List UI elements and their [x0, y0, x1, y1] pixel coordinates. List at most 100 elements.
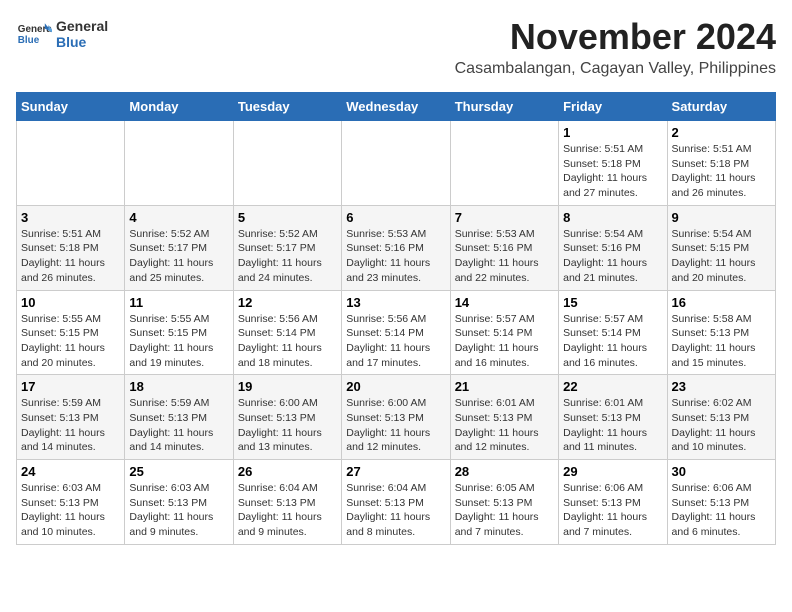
day-info: Sunrise: 5:54 AM Sunset: 5:15 PM Dayligh…: [672, 227, 771, 286]
calendar-cell: 5 Sunrise: 5:52 AM Sunset: 5:17 PM Daylig…: [233, 205, 341, 290]
day-number: 6: [346, 210, 445, 225]
calendar-cell: 30Sunrise: 6:06 AM Sunset: 5:13 PM Dayli…: [667, 460, 775, 545]
calendar-cell: 16 Sunrise: 5:58 AM Sunset: 5:13 PM Dayli…: [667, 290, 775, 375]
day-number: 13: [346, 295, 445, 310]
day-info: Sunrise: 6:04 AM Sunset: 5:13 PM Dayligh…: [346, 481, 445, 540]
calendar-cell: 15 Sunrise: 5:57 AM Sunset: 5:14 PM Dayli…: [559, 290, 667, 375]
day-info: Sunrise: 6:00 AM Sunset: 5:13 PM Dayligh…: [346, 396, 445, 455]
calendar-week-3: 10 Sunrise: 5:55 AM Sunset: 5:15 PM Dayli…: [17, 290, 776, 375]
calendar-cell: 20 Sunrise: 6:00 AM Sunset: 5:13 PM Dayli…: [342, 375, 450, 460]
general-blue-icon: General Blue: [16, 16, 52, 52]
day-info: Sunrise: 6:01 AM Sunset: 5:13 PM Dayligh…: [455, 396, 554, 455]
day-info: Sunrise: 5:59 AM Sunset: 5:13 PM Dayligh…: [21, 396, 120, 455]
day-number: 15: [563, 295, 662, 310]
calendar-cell: 8 Sunrise: 5:54 AM Sunset: 5:16 PM Daylig…: [559, 205, 667, 290]
calendar-cell: 27 Sunrise: 6:04 AM Sunset: 5:13 PM Dayli…: [342, 460, 450, 545]
calendar-table: SundayMondayTuesdayWednesdayThursdayFrid…: [16, 92, 776, 545]
day-info: Sunrise: 5:54 AM Sunset: 5:16 PM Dayligh…: [563, 227, 662, 286]
day-number: 8: [563, 210, 662, 225]
calendar-cell: 26Sunrise: 6:04 AM Sunset: 5:13 PM Dayli…: [233, 460, 341, 545]
top-row: General Blue General Blue November 2024 …: [16, 16, 776, 88]
day-number: 2: [672, 125, 771, 140]
day-info: Sunrise: 5:56 AM Sunset: 5:14 PM Dayligh…: [346, 312, 445, 371]
weekday-header-tuesday: Tuesday: [233, 93, 341, 121]
day-info: Sunrise: 5:58 AM Sunset: 5:13 PM Dayligh…: [672, 312, 771, 371]
day-number: 24: [21, 464, 120, 479]
calendar-cell: 2 Sunrise: 5:51 AM Sunset: 5:18 PM Daylig…: [667, 121, 775, 206]
day-number: 5: [238, 210, 337, 225]
calendar-cell: 24Sunrise: 6:03 AM Sunset: 5:13 PM Dayli…: [17, 460, 125, 545]
day-number: 1: [563, 125, 662, 140]
day-number: 10: [21, 295, 120, 310]
logo-blue-text: Blue: [56, 34, 108, 50]
day-number: 16: [672, 295, 771, 310]
day-number: 26: [238, 464, 337, 479]
day-info: Sunrise: 5:55 AM Sunset: 5:15 PM Dayligh…: [129, 312, 228, 371]
day-info: Sunrise: 6:00 AM Sunset: 5:13 PM Dayligh…: [238, 396, 337, 455]
weekday-header-monday: Monday: [125, 93, 233, 121]
calendar-cell: 12Sunrise: 5:56 AM Sunset: 5:14 PM Dayli…: [233, 290, 341, 375]
day-number: 29: [563, 464, 662, 479]
weekday-header-thursday: Thursday: [450, 93, 558, 121]
day-info: Sunrise: 6:02 AM Sunset: 5:13 PM Dayligh…: [672, 396, 771, 455]
calendar-cell: 1Sunrise: 5:51 AM Sunset: 5:18 PM Daylig…: [559, 121, 667, 206]
calendar-cell: 23Sunrise: 6:02 AM Sunset: 5:13 PM Dayli…: [667, 375, 775, 460]
day-number: 14: [455, 295, 554, 310]
calendar-header: SundayMondayTuesdayWednesdayThursdayFrid…: [17, 93, 776, 121]
calendar-cell: 17 Sunrise: 5:59 AM Sunset: 5:13 PM Dayli…: [17, 375, 125, 460]
calendar-cell: 29 Sunrise: 6:06 AM Sunset: 5:13 PM Dayli…: [559, 460, 667, 545]
calendar-cell: 7Sunrise: 5:53 AM Sunset: 5:16 PM Daylig…: [450, 205, 558, 290]
calendar-cell: 11 Sunrise: 5:55 AM Sunset: 5:15 PM Dayli…: [125, 290, 233, 375]
day-number: 28: [455, 464, 554, 479]
day-number: 20: [346, 379, 445, 394]
day-info: Sunrise: 5:51 AM Sunset: 5:18 PM Dayligh…: [672, 142, 771, 201]
calendar-cell: 25Sunrise: 6:03 AM Sunset: 5:13 PM Dayli…: [125, 460, 233, 545]
day-info: Sunrise: 5:52 AM Sunset: 5:17 PM Dayligh…: [129, 227, 228, 286]
day-number: 30: [672, 464, 771, 479]
calendar-cell: 22Sunrise: 6:01 AM Sunset: 5:13 PM Dayli…: [559, 375, 667, 460]
day-number: 21: [455, 379, 554, 394]
day-info: Sunrise: 6:05 AM Sunset: 5:13 PM Dayligh…: [455, 481, 554, 540]
day-info: Sunrise: 5:52 AM Sunset: 5:17 PM Dayligh…: [238, 227, 337, 286]
calendar-cell: 21 Sunrise: 6:01 AM Sunset: 5:13 PM Dayli…: [450, 375, 558, 460]
calendar-cell: 9 Sunrise: 5:54 AM Sunset: 5:15 PM Daylig…: [667, 205, 775, 290]
calendar-cell: [17, 121, 125, 206]
day-number: 27: [346, 464, 445, 479]
day-info: Sunrise: 6:03 AM Sunset: 5:13 PM Dayligh…: [129, 481, 228, 540]
weekday-header-friday: Friday: [559, 93, 667, 121]
day-info: Sunrise: 5:57 AM Sunset: 5:14 PM Dayligh…: [563, 312, 662, 371]
calendar-cell: 19Sunrise: 6:00 AM Sunset: 5:13 PM Dayli…: [233, 375, 341, 460]
calendar-week-1: 1 Sunrise: 5:51 AM Sunset: 5:18 PM Daylig…: [17, 121, 776, 206]
logo: General Blue General Blue: [16, 16, 108, 52]
day-info: Sunrise: 5:59 AM Sunset: 5:13 PM Dayligh…: [129, 396, 228, 455]
day-number: 22: [563, 379, 662, 394]
day-info: Sunrise: 6:06 AM Sunset: 5:13 PM Dayligh…: [563, 481, 662, 540]
day-info: Sunrise: 5:53 AM Sunset: 5:16 PM Dayligh…: [455, 227, 554, 286]
calendar-cell: 6 Sunrise: 5:53 AM Sunset: 5:16 PM Daylig…: [342, 205, 450, 290]
calendar-cell: 3Sunrise: 5:51 AM Sunset: 5:18 PM Daylig…: [17, 205, 125, 290]
logo-general-text: General: [56, 18, 108, 34]
day-info: Sunrise: 5:56 AM Sunset: 5:14 PM Dayligh…: [238, 312, 337, 371]
day-info: Sunrise: 5:53 AM Sunset: 5:16 PM Dayligh…: [346, 227, 445, 286]
day-number: 17: [21, 379, 120, 394]
calendar-body: 1 Sunrise: 5:51 AM Sunset: 5:18 PM Daylig…: [17, 121, 776, 545]
calendar-cell: [125, 121, 233, 206]
calendar-week-2: 3Sunrise: 5:51 AM Sunset: 5:18 PM Daylig…: [17, 205, 776, 290]
weekday-header-wednesday: Wednesday: [342, 93, 450, 121]
day-number: 18: [129, 379, 228, 394]
day-number: 3: [21, 210, 120, 225]
calendar-cell: [233, 121, 341, 206]
day-number: 9: [672, 210, 771, 225]
calendar-cell: [342, 121, 450, 206]
weekday-header-saturday: Saturday: [667, 93, 775, 121]
day-number: 11: [129, 295, 228, 310]
location-subtitle: Casambalangan, Cagayan Valley, Philippin…: [455, 60, 776, 78]
day-number: 4: [129, 210, 228, 225]
calendar-cell: 28 Sunrise: 6:05 AM Sunset: 5:13 PM Dayli…: [450, 460, 558, 545]
calendar-cell: 13 Sunrise: 5:56 AM Sunset: 5:14 PM Dayli…: [342, 290, 450, 375]
day-info: Sunrise: 5:55 AM Sunset: 5:15 PM Dayligh…: [21, 312, 120, 371]
svg-text:Blue: Blue: [18, 35, 40, 46]
calendar-week-4: 17 Sunrise: 5:59 AM Sunset: 5:13 PM Dayli…: [17, 375, 776, 460]
calendar-cell: 4 Sunrise: 5:52 AM Sunset: 5:17 PM Daylig…: [125, 205, 233, 290]
calendar-cell: 10 Sunrise: 5:55 AM Sunset: 5:15 PM Dayli…: [17, 290, 125, 375]
